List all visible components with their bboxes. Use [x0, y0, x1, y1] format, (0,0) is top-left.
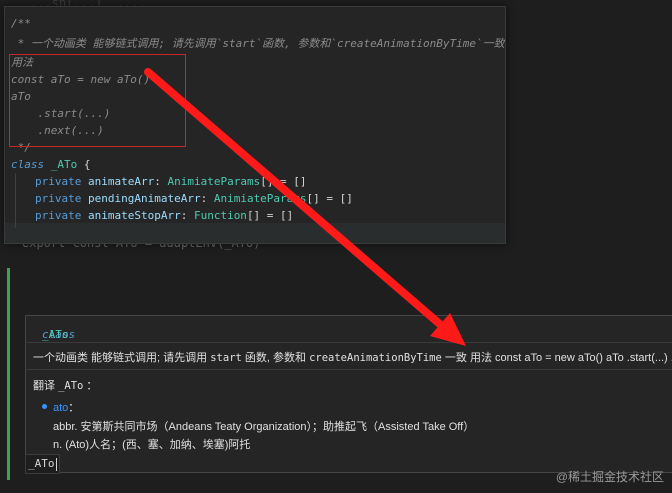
red-arrow-annotation	[144, 68, 466, 346]
arrow-shaft	[144, 68, 446, 330]
